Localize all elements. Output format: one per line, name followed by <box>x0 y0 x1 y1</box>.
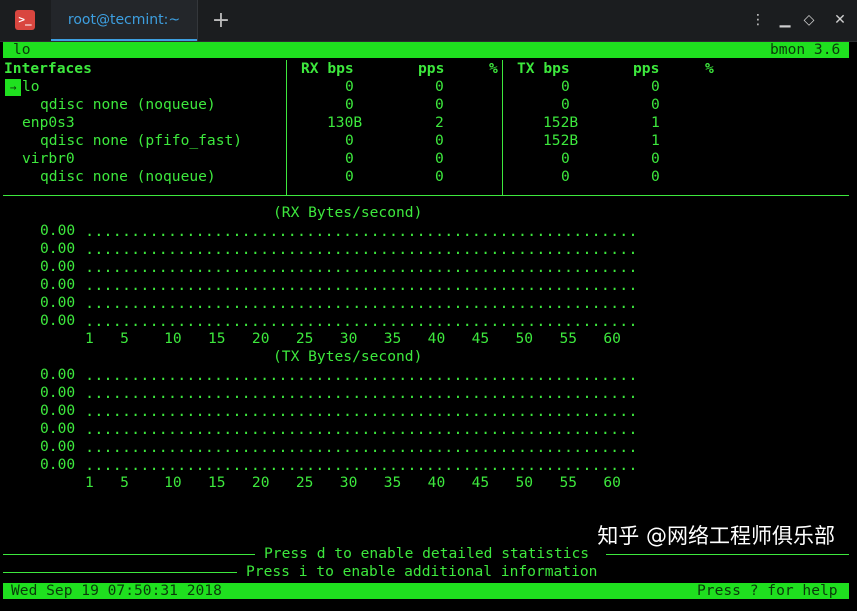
minimize-icon[interactable]: ▁ <box>776 11 794 29</box>
tx-y-label: 0.00 <box>40 438 76 455</box>
interface-name: qdisc none (noqueue) <box>40 96 216 113</box>
header-interfaces: Interfaces <box>4 60 92 77</box>
rx-pps-value: 0 <box>435 78 444 95</box>
new-tab-button[interactable]: + <box>208 8 234 34</box>
header-tx-pct: % <box>705 60 714 77</box>
tx-y-label: 0.00 <box>40 420 76 437</box>
rx-pps-value: 0 <box>435 96 444 113</box>
close-icon[interactable]: ✕ <box>831 11 849 29</box>
rx-pps-value: 0 <box>435 132 444 149</box>
restore-icon[interactable]: ◇ <box>800 11 818 29</box>
tx-graph-dots: ........................................… <box>85 366 638 384</box>
interface-name: lo <box>22 78 40 95</box>
tab-terminal[interactable]: root@tecmint:~ <box>51 0 198 41</box>
rx-bps-value: 0 <box>345 78 354 95</box>
rx-bps-value: 0 <box>345 132 354 149</box>
tx-graph-dots: ........................................… <box>85 402 638 420</box>
bmon-bottom-bar: Wed Sep 19 07:50:31 2018 Press ? for hel… <box>3 582 849 599</box>
rx-pps-value: 2 <box>435 114 444 131</box>
selected-interface: lo <box>13 41 31 58</box>
hint-line-left <box>3 554 255 555</box>
window-titlebar: >_ root@tecmint:~ + ⋮ ▁ ◇ ✕ <box>0 0 857 42</box>
watermark: 知乎 @网络工程师俱乐部 <box>597 524 835 548</box>
tx-pps-value: 1 <box>651 132 660 149</box>
tx-x-axis-labels: 1 5 10 15 20 25 30 35 40 45 50 55 60 <box>85 474 621 491</box>
table-graph-separator <box>3 195 849 196</box>
tx-bps-value: 0 <box>561 150 570 167</box>
tx-pps-value: 0 <box>651 78 660 95</box>
tx-graph-dots: ........................................… <box>85 384 638 402</box>
hint-additional-information: Press i to enable additional information <box>246 563 598 580</box>
rx-bps-value: 0 <box>345 96 354 113</box>
rx-graph-dots: ........................................… <box>85 294 638 312</box>
terminal-app-icon: >_ <box>15 10 35 30</box>
rx-bps-value: 0 <box>345 168 354 185</box>
tx-y-label: 0.00 <box>40 384 76 401</box>
tx-pps-value: 0 <box>651 150 660 167</box>
rx-y-label: 0.00 <box>40 258 76 275</box>
tx-bps-value: 152B <box>543 132 579 149</box>
rx-x-axis-labels: 1 5 10 15 20 25 30 35 40 45 50 55 60 <box>85 330 621 347</box>
column-separator <box>286 60 287 195</box>
rx-graph-dots: ........................................… <box>85 240 638 258</box>
bmon-version: bmon 3.6 <box>770 41 841 58</box>
header-rx-bps: RX bps <box>301 60 354 77</box>
header-rx-pct: % <box>489 60 498 77</box>
tx-pps-value: 0 <box>651 168 660 185</box>
tx-graph-dots: ........................................… <box>85 456 638 474</box>
interface-name: qdisc none (pfifo_fast) <box>40 132 243 149</box>
tx-bps-value: 0 <box>561 78 570 95</box>
interface-name: qdisc none (noqueue) <box>40 168 216 185</box>
rx-graph-dots: ........................................… <box>85 312 638 330</box>
help-hint: Press ? for help <box>697 582 838 599</box>
rx-y-label: 0.00 <box>40 240 76 257</box>
tx-pps-value: 0 <box>651 96 660 113</box>
rx-y-label: 0.00 <box>40 294 76 311</box>
status-datetime: Wed Sep 19 07:50:31 2018 <box>11 582 222 599</box>
header-tx-pps: pps <box>633 60 660 77</box>
header-tx-bps: TX bps <box>517 60 570 77</box>
tx-graph-title: (TX Bytes/second) <box>273 348 423 365</box>
bmon-top-bar: lo bmon 3.6 <box>3 41 849 58</box>
rx-y-label: 0.00 <box>40 276 76 293</box>
column-separator <box>502 60 503 195</box>
menu-icon[interactable]: ⋮ <box>749 11 767 29</box>
interface-name: virbr0 <box>22 150 75 167</box>
hint-line-right <box>606 554 849 555</box>
rx-graph-dots: ........................................… <box>85 276 638 294</box>
rx-pps-value: 0 <box>435 150 444 167</box>
tx-y-label: 0.00 <box>40 456 76 473</box>
rx-y-label: 0.00 <box>40 222 76 239</box>
hint-detailed-statistics: Press d to enable detailed statistics <box>264 545 590 562</box>
selection-arrow-icon: → <box>9 81 17 94</box>
tx-graph-dots: ........................................… <box>85 438 638 456</box>
rx-graph-title: (RX Bytes/second) <box>273 204 423 221</box>
tx-bps-value: 152B <box>543 114 579 131</box>
rx-bps-value: 130B <box>327 114 363 131</box>
rx-graph-dots: ........................................… <box>85 258 638 276</box>
tab-label: root@tecmint:~ <box>67 12 181 28</box>
rx-pps-value: 0 <box>435 168 444 185</box>
hint-line-left <box>3 572 237 573</box>
tx-graph-dots: ........................................… <box>85 420 638 438</box>
tx-bps-value: 0 <box>561 168 570 185</box>
rx-y-label: 0.00 <box>40 312 76 329</box>
rx-bps-value: 0 <box>345 150 354 167</box>
tx-pps-value: 1 <box>651 114 660 131</box>
tx-bps-value: 0 <box>561 96 570 113</box>
tx-y-label: 0.00 <box>40 366 76 383</box>
interface-name: enp0s3 <box>22 114 75 131</box>
tx-y-label: 0.00 <box>40 402 76 419</box>
tab-active-indicator <box>51 39 197 41</box>
rx-graph-dots: ........................................… <box>85 222 638 240</box>
header-rx-pps: pps <box>418 60 445 77</box>
